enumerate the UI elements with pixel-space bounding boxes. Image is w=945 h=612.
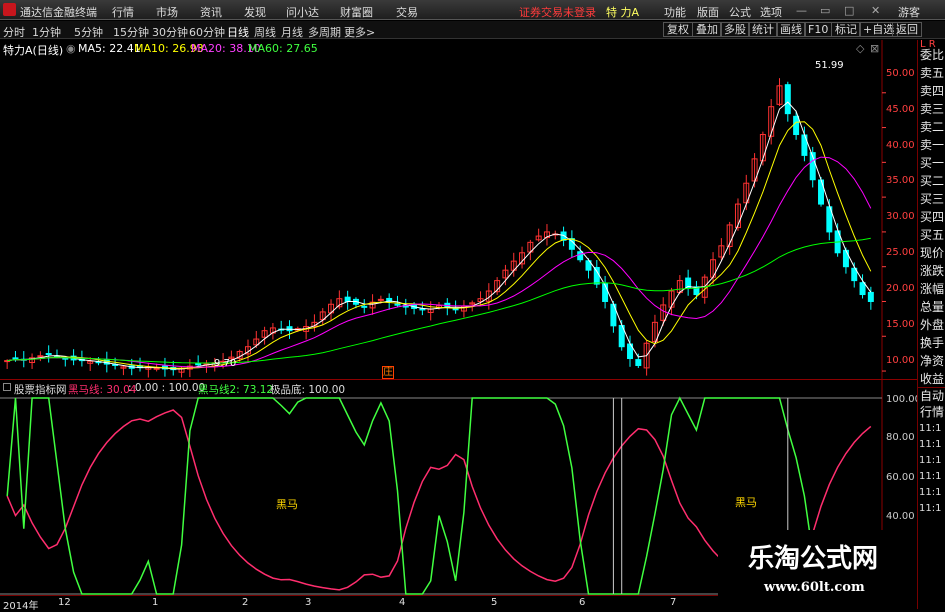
watermark-url: www.60lt.com xyxy=(764,580,865,595)
quote-row: 委比 xyxy=(920,48,945,62)
marker-zhuang: 庄 xyxy=(382,366,394,379)
candle-body xyxy=(793,115,800,136)
watermark: 乐淘公式网 www.60lt.com xyxy=(718,530,917,602)
candle-body xyxy=(286,326,293,332)
price-axis-label: 25.00 xyxy=(886,247,915,258)
quote-row: 净资 xyxy=(920,354,945,368)
candle-body xyxy=(784,84,791,115)
candle-body xyxy=(593,266,600,285)
auto-tab[interactable]: 自动 xyxy=(920,389,944,403)
hm2-value: 黑马线2: 73.12 xyxy=(198,384,274,396)
date-label: 2014年 xyxy=(3,601,39,612)
price-axis-label: 45.00 xyxy=(886,104,915,115)
kline-chart[interactable] xyxy=(0,0,917,595)
candle-body xyxy=(37,355,44,358)
candle-body xyxy=(867,291,874,302)
price-axis-label: 50.00 xyxy=(886,68,915,79)
aux-values: : 0.00 : 100.00 xyxy=(128,382,206,394)
quote-row: 卖四 xyxy=(920,84,945,98)
high-annotation: 51.99 xyxy=(815,60,844,71)
quote-row: 买四 xyxy=(920,210,945,224)
indicator-name[interactable]: 股票指标网 xyxy=(14,382,67,397)
ma5-line xyxy=(7,101,872,370)
date-label: 5 xyxy=(491,597,498,608)
quote-row: 卖三 xyxy=(920,102,945,116)
candle-body xyxy=(419,308,426,311)
tick-time: 11:1 xyxy=(919,487,942,498)
date-label: 2 xyxy=(242,597,249,608)
indicator-axis-label: 60.00 xyxy=(886,472,915,483)
ma60-line xyxy=(7,237,871,364)
tick-time: 11:1 xyxy=(919,455,942,466)
indicator-axis-label: 80.00 xyxy=(886,432,915,443)
quote-row: 卖二 xyxy=(920,120,945,134)
date-label: 7 xyxy=(670,597,677,608)
candle-body xyxy=(452,308,459,311)
quote-row: 现价 xyxy=(920,246,945,260)
quote-row: 卖一 xyxy=(920,138,945,152)
tick-time: 11:1 xyxy=(919,423,942,434)
candle-body xyxy=(842,249,849,268)
candle-body xyxy=(635,359,642,366)
candle-body xyxy=(361,305,368,308)
date-label: 12 xyxy=(58,597,71,608)
price-axis-label: 10.00 xyxy=(886,355,915,366)
tick-time: 11:1 xyxy=(919,503,942,514)
date-label: 1 xyxy=(152,597,159,608)
watermark-title: 乐淘公式网 xyxy=(748,544,879,574)
ma10-line xyxy=(7,121,872,369)
candle-body xyxy=(153,367,160,370)
candle-body xyxy=(859,282,866,296)
quote-row: 买三 xyxy=(920,192,945,206)
candle-body xyxy=(12,357,19,360)
date-label: 6 xyxy=(579,597,586,608)
quote-panel: L R 委比 卖五 卖四 卖三 卖二 卖一 买一 买二 买三 买四 买五 现价 … xyxy=(917,39,945,609)
indicator-axis-label: 100.00 xyxy=(886,394,921,405)
low-annotation: 9.70 xyxy=(214,358,237,369)
date-label: 3 xyxy=(305,597,312,608)
price-axis-label: 35.00 xyxy=(886,175,915,186)
quote-row: 收益 xyxy=(920,372,945,386)
quote-row: 买五 xyxy=(920,228,945,242)
candle-body xyxy=(45,353,52,356)
quote-row: 涨幅 xyxy=(920,282,945,296)
quote-row: 外盘 xyxy=(920,318,945,332)
candle-body xyxy=(195,362,202,366)
indicator-axis-label: 40.00 xyxy=(886,511,915,522)
tick-time: 11:1 xyxy=(919,471,942,482)
indicator-legend: 股票指标网 黑马线: 30.04 : 0.00 : 100.00 黑马线2: 7… xyxy=(0,380,917,397)
candle-body xyxy=(344,296,351,302)
date-label: 4 xyxy=(399,597,406,608)
quote-row: 涨跌 xyxy=(920,264,945,278)
quote-tab[interactable]: 行情 xyxy=(920,405,944,419)
candle-body xyxy=(377,298,384,301)
price-axis-label: 15.00 xyxy=(886,319,915,330)
price-axis-label: 20.00 xyxy=(886,283,915,294)
tick-time: 11:1 xyxy=(919,439,942,450)
extreme-bottom-value: 极品底: 100.00 xyxy=(270,384,346,396)
candle-body xyxy=(577,251,584,261)
hm-signal-label: 黑马 xyxy=(735,496,757,509)
quote-row: 买一 xyxy=(920,156,945,170)
hm1-value: 黑马线: 30.04 xyxy=(68,384,137,396)
quote-row: 总量 xyxy=(920,300,945,314)
price-axis-label: 40.00 xyxy=(886,140,915,151)
price-axis-label: 30.00 xyxy=(886,211,915,222)
quote-row: 换手 xyxy=(920,336,945,350)
candle-body xyxy=(394,303,401,306)
quote-row: 买二 xyxy=(920,174,945,188)
hm-signal-label: 黑马 xyxy=(276,498,298,511)
ma20-line xyxy=(7,156,872,368)
quote-row: 卖五 xyxy=(920,66,945,80)
candle-body xyxy=(62,357,69,360)
